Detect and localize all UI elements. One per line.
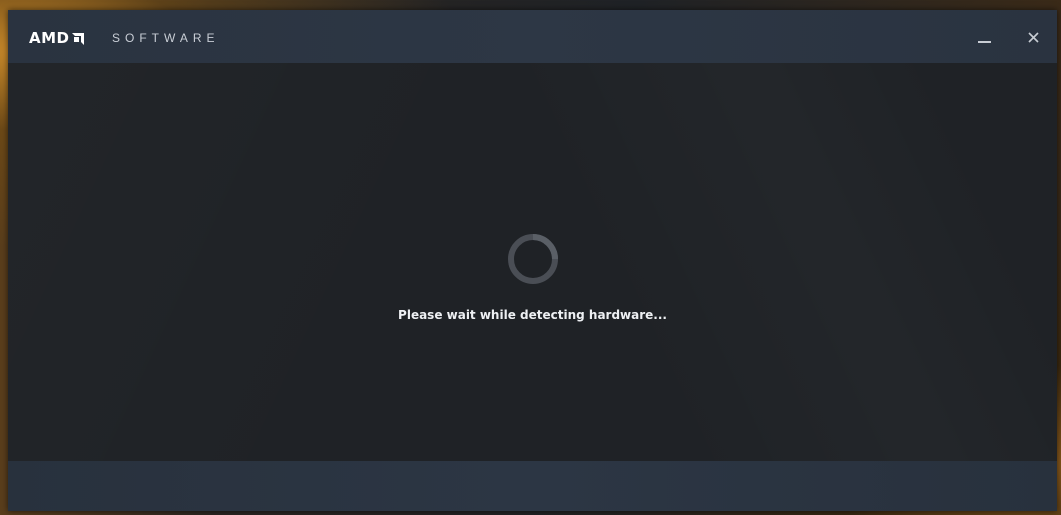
footer-bar [8, 461, 1057, 511]
loading-spinner-icon [508, 234, 558, 284]
amd-arrow-icon [71, 33, 84, 45]
close-icon [1027, 31, 1039, 43]
main-content: Please wait while detecting hardware... [8, 63, 1057, 461]
minimize-icon [977, 41, 991, 43]
amd-software-window: AMD SOFTWARE Please wait while detecting… [8, 10, 1057, 511]
title-bar[interactable]: AMD SOFTWARE [8, 10, 1057, 63]
close-button[interactable] [1017, 23, 1049, 51]
amd-logo: AMD [29, 29, 84, 47]
product-title: SOFTWARE [112, 31, 220, 45]
status-message: Please wait while detecting hardware... [398, 308, 667, 322]
minimize-button[interactable] [968, 23, 1000, 51]
amd-logo-text: AMD [29, 29, 70, 47]
